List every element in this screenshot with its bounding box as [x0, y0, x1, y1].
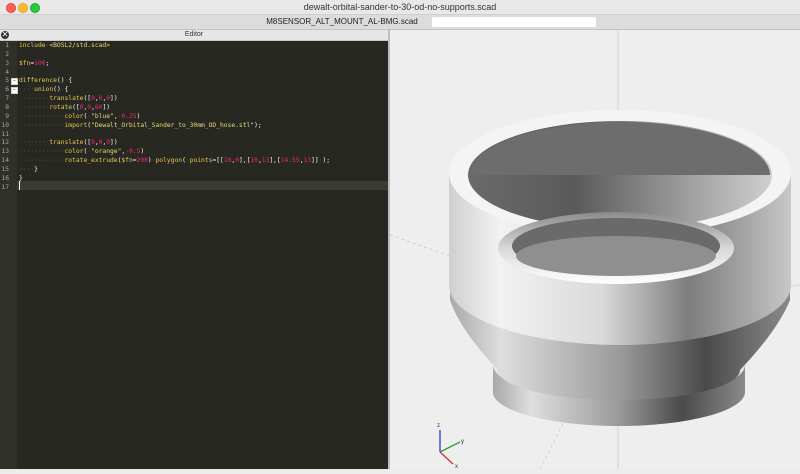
line-number: 1: [5, 42, 9, 49]
code-line[interactable]: ········translate([0,0,0]): [19, 139, 118, 146]
line-number: 5: [5, 77, 9, 85]
line-number: 13: [1, 148, 9, 156]
code-line[interactable]: ····}: [19, 166, 38, 173]
3d-viewport[interactable]: z y x: [389, 30, 800, 470]
axis-gizmo: z y x: [437, 423, 464, 470]
line-number: 6: [5, 86, 9, 94]
code-line[interactable]: ········translate([0,0,0]): [19, 95, 118, 102]
gizmo-x-axis: [439, 451, 454, 465]
line-number: 8: [5, 103, 9, 111]
line-number: 7: [5, 95, 9, 103]
gizmo-z-label: z: [437, 423, 440, 429]
current-line-highlight: [17, 181, 388, 190]
line-number: 12: [1, 139, 9, 147]
code-line[interactable]: include·<BOSL2/std.scad>: [19, 42, 110, 49]
code-line[interactable]: }: [19, 175, 23, 182]
code-line[interactable]: $fn=100;: [19, 60, 49, 67]
gizmo-y-label: y: [461, 439, 464, 445]
inner-hole-lower: [516, 236, 716, 276]
line-number: 3: [5, 59, 9, 67]
code-line[interactable]: ············color(·"orange",·0.5): [19, 148, 144, 155]
editor-header: ✕ Editor: [0, 30, 388, 41]
code-line[interactable]: ············color(·"blue",·0.25): [19, 113, 140, 120]
window-title: dewalt-orbital-sander-to-30-od-no-suppor…: [303, 2, 497, 12]
gizmo-y-axis: [439, 441, 461, 453]
text-cursor: [19, 181, 20, 190]
line-number: 17: [1, 183, 9, 191]
code-editor[interactable]: include·<BOSL2/std.scad> $fn=100; differen…: [0, 41, 388, 469]
code-line[interactable]: ········rotate([0,0,60]): [19, 104, 110, 111]
fold-toggle-icon[interactable]: −: [11, 87, 18, 95]
code-line[interactable]: ············rotate_extrude($fn=200)·poly…: [19, 157, 330, 164]
fold-toggle-icon[interactable]: −: [11, 78, 18, 86]
line-number: 2: [5, 50, 9, 58]
line-number: 16: [1, 174, 9, 182]
code-line[interactable]: ····union()·{: [19, 86, 68, 93]
code-line[interactable]: ············import("Dewalt_Orbital_Sande…: [19, 122, 262, 129]
line-number: 4: [5, 68, 9, 76]
gizmo-x-label: x: [455, 464, 458, 469]
title-bar: dewalt-orbital-sander-to-30-od-no-suppor…: [0, 0, 800, 15]
editor-title: Editor: [184, 31, 204, 38]
line-number: 14: [1, 157, 9, 165]
line-number: 9: [5, 112, 9, 120]
tab-bar: M8SENSOR_ALT_MOUNT_AL-BMG.scad: [0, 15, 800, 30]
line-number: 15: [1, 165, 9, 173]
viewport-canvas: z y x: [389, 30, 800, 470]
tab-blank[interactable]: [432, 17, 596, 27]
line-number: 10: [1, 121, 9, 129]
tab-m8sensor-file[interactable]: M8SENSOR_ALT_MOUNT_AL-BMG.scad: [262, 16, 422, 28]
line-number: 11: [1, 130, 9, 138]
code-line[interactable]: difference()·{: [19, 77, 72, 84]
